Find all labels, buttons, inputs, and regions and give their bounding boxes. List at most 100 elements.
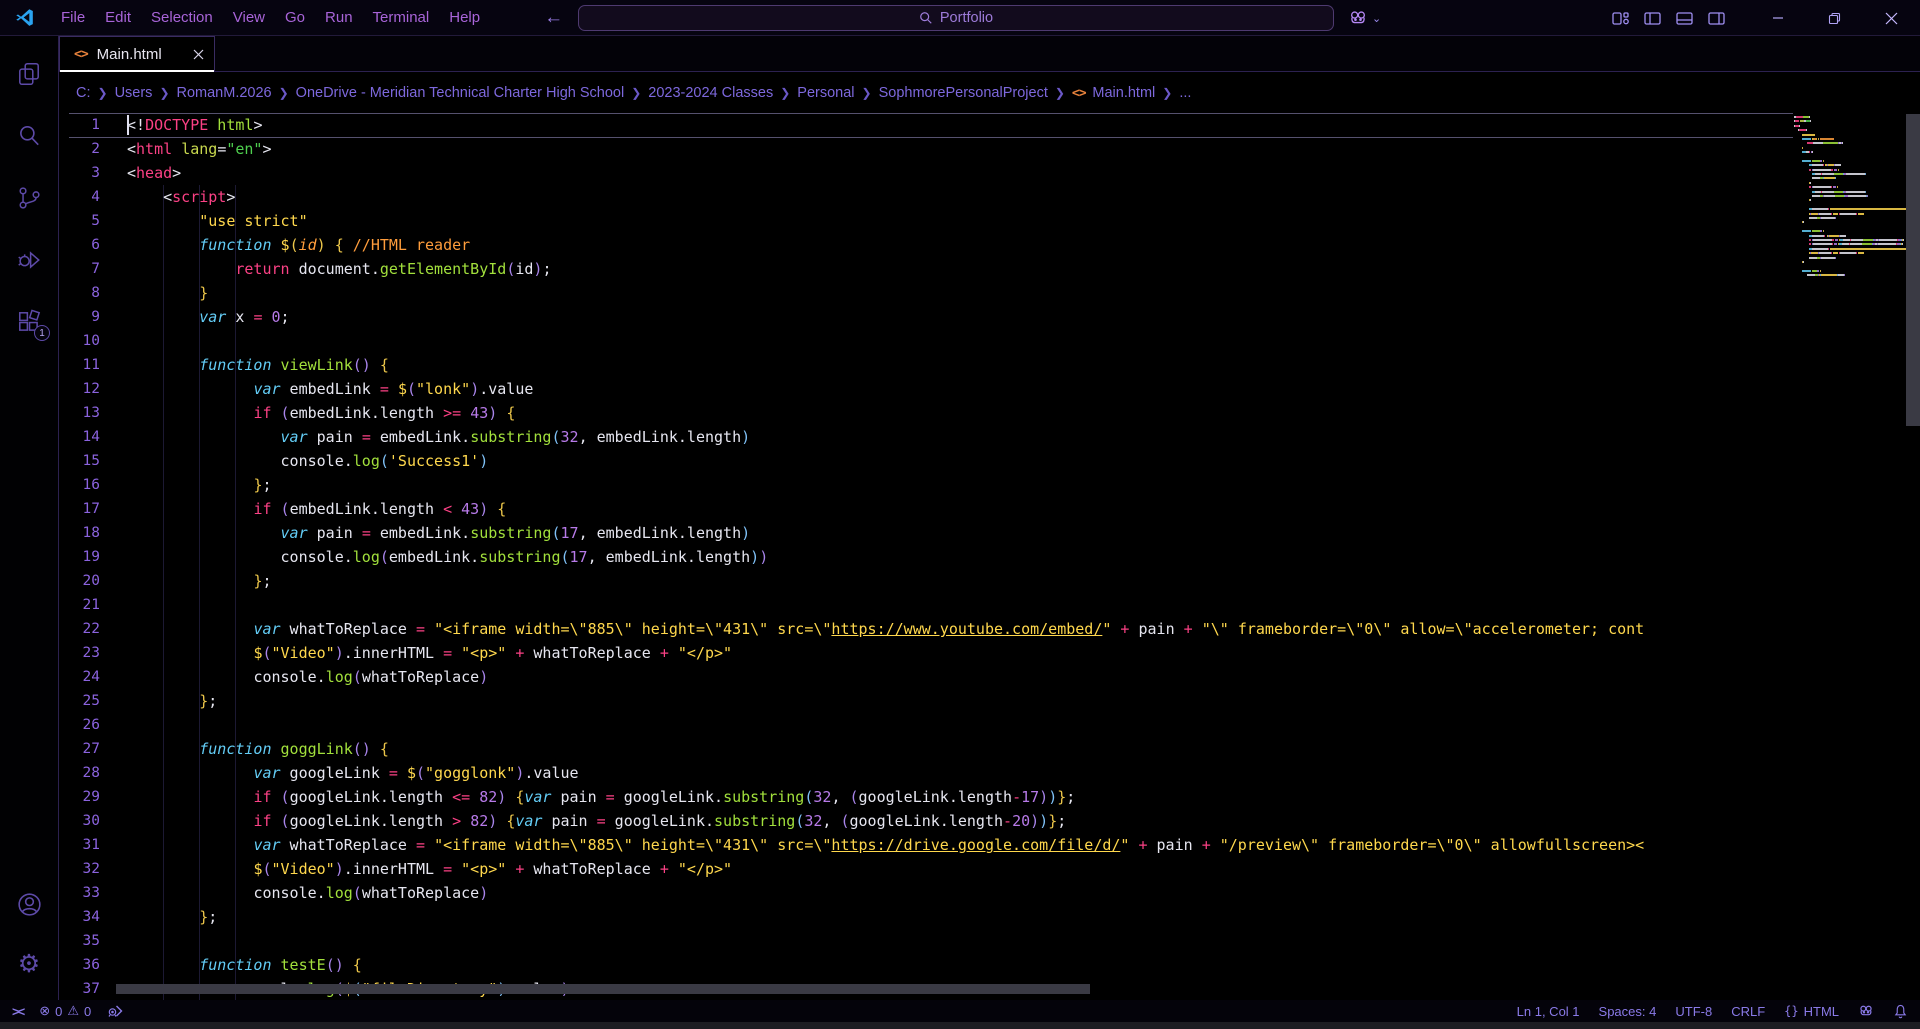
code-line[interactable]: 31 var whatToReplace = "<iframe width=\"… — [59, 833, 1793, 857]
line-number[interactable]: 8 — [59, 281, 100, 305]
line-number[interactable]: 21 — [59, 593, 100, 617]
minimize-button[interactable] — [1749, 0, 1806, 36]
code-line[interactable]: 3<head> — [59, 161, 1793, 185]
code-line[interactable]: 24 console.log(whatToReplace) — [59, 665, 1793, 689]
line-number[interactable]: 37 — [59, 977, 100, 1000]
menu-help[interactable]: Help — [439, 0, 490, 35]
toggle-secondary-sidebar-icon[interactable] — [1708, 10, 1725, 27]
line-number[interactable]: 20 — [59, 569, 100, 593]
code-line[interactable]: 29 if (googleLink.length <= 82) {var pai… — [59, 785, 1793, 809]
line-number[interactable]: 13 — [59, 401, 100, 425]
breadcrumb-item[interactable]: RomanM.2026 — [175, 85, 274, 101]
code-line[interactable]: 18 var pain = embedLink.substring(17, em… — [59, 521, 1793, 545]
code-line[interactable]: 19 console.log(embedLink.substring(17, e… — [59, 545, 1793, 569]
line-number[interactable]: 32 — [59, 857, 100, 881]
language-mode[interactable]: {} HTML — [1784, 1004, 1839, 1019]
code-line[interactable]: 32 $("Video").innerHTML = "<p>" + whatTo… — [59, 857, 1793, 881]
code-line[interactable]: 11 function viewLink() { — [59, 353, 1793, 377]
code-line[interactable]: 16 }; — [59, 473, 1793, 497]
menu-run[interactable]: Run — [315, 0, 363, 35]
line-number[interactable]: 3 — [59, 161, 100, 185]
code-line[interactable]: 8 } — [59, 281, 1793, 305]
code-line[interactable]: 34 }; — [59, 905, 1793, 929]
line-number[interactable]: 4 — [59, 185, 100, 209]
code-line[interactable]: 2<html lang="en"> — [59, 137, 1793, 161]
line-number[interactable]: 1 — [59, 113, 100, 137]
code-line[interactable]: 5 "use strict" — [59, 209, 1793, 233]
line-number[interactable]: 2 — [59, 137, 100, 161]
code-line[interactable]: 12 var embedLink = $("lonk").value — [59, 377, 1793, 401]
line-number[interactable]: 23 — [59, 641, 100, 665]
toggle-sidebar-icon[interactable] — [1644, 10, 1661, 27]
breadcrumb-item[interactable]: 2023-2024 Classes — [646, 85, 775, 101]
code-editor[interactable]: 1<!DOCTYPE html>2<html lang="en">3<head>… — [59, 113, 1920, 1000]
notifications-bell-icon[interactable] — [1893, 1004, 1908, 1019]
line-number[interactable]: 27 — [59, 737, 100, 761]
code-line[interactable]: 35 — [59, 929, 1793, 953]
code-line[interactable]: 33 console.log(whatToReplace) — [59, 881, 1793, 905]
breadcrumb-item[interactable]: C: — [74, 85, 93, 101]
line-number[interactable]: 29 — [59, 785, 100, 809]
breadcrumb-item[interactable]: OneDrive - Meridian Technical Charter Hi… — [294, 85, 627, 101]
breadcrumb-item[interactable]: <> Main.html — [1070, 85, 1157, 101]
run-debug-icon[interactable] — [15, 246, 43, 274]
line-number[interactable]: 25 — [59, 689, 100, 713]
eol-setting[interactable]: CRLF — [1731, 1004, 1765, 1019]
code-line[interactable]: 7 return document.getElementById(id); — [59, 257, 1793, 281]
vertical-scrollbar[interactable] — [1906, 114, 1920, 426]
minimap[interactable] — [1794, 116, 1906, 278]
copilot-menu[interactable]: ⌄ — [1348, 0, 1381, 36]
remote-indicator[interactable]: >< — [12, 1004, 23, 1019]
menu-edit[interactable]: Edit — [95, 0, 141, 35]
back-arrow-icon[interactable]: ← — [544, 7, 563, 29]
line-number[interactable]: 11 — [59, 353, 100, 377]
line-number[interactable]: 12 — [59, 377, 100, 401]
line-number[interactable]: 31 — [59, 833, 100, 857]
line-number[interactable]: 10 — [59, 329, 100, 353]
line-number[interactable]: 30 — [59, 809, 100, 833]
line-number[interactable]: 33 — [59, 881, 100, 905]
menu-file[interactable]: File — [51, 0, 95, 35]
code-line[interactable]: 17 if (embedLink.length < 43) { — [59, 497, 1793, 521]
line-number[interactable]: 15 — [59, 449, 100, 473]
menu-go[interactable]: Go — [275, 0, 315, 35]
accounts-icon[interactable] — [15, 890, 43, 918]
extensions-icon[interactable]: 1 — [15, 308, 43, 336]
code-line[interactable]: 36 function testE() { — [59, 953, 1793, 977]
horizontal-scrollbar[interactable] — [116, 984, 1090, 994]
source-control-icon[interactable] — [15, 184, 43, 212]
code-line[interactable]: 26 — [59, 713, 1793, 737]
command-center-search[interactable]: Portfolio — [578, 5, 1334, 31]
code-line[interactable]: 25 }; — [59, 689, 1793, 713]
line-number[interactable]: 35 — [59, 929, 100, 953]
breadcrumb-item[interactable]: Personal — [795, 85, 856, 101]
cursor-position[interactable]: Ln 1, Col 1 — [1517, 1004, 1580, 1019]
copilot-status-icon[interactable] — [1858, 1003, 1874, 1019]
line-number[interactable]: 19 — [59, 545, 100, 569]
code-line[interactable]: 15 console.log('Success1') — [59, 449, 1793, 473]
code-line[interactable]: 28 var googleLink = $("gogglonk").value — [59, 761, 1793, 785]
line-number[interactable]: 5 — [59, 209, 100, 233]
code-line[interactable]: 1<!DOCTYPE html> — [59, 113, 1793, 137]
line-number[interactable]: 34 — [59, 905, 100, 929]
customize-layout-icon[interactable] — [1612, 10, 1629, 27]
code-line[interactable]: 4 <script> — [59, 185, 1793, 209]
tab-close-icon[interactable] — [193, 49, 204, 60]
indentation-setting[interactable]: Spaces: 4 — [1599, 1004, 1657, 1019]
settings-gear-icon[interactable]: ⚙ — [15, 950, 43, 978]
line-number[interactable]: 16 — [59, 473, 100, 497]
code-line[interactable]: 23 $("Video").innerHTML = "<p>" + whatTo… — [59, 641, 1793, 665]
code-line[interactable]: 30 if (googleLink.length > 82) {var pain… — [59, 809, 1793, 833]
close-button[interactable] — [1863, 0, 1920, 36]
line-number[interactable]: 18 — [59, 521, 100, 545]
menu-selection[interactable]: Selection — [141, 0, 223, 35]
line-number[interactable]: 7 — [59, 257, 100, 281]
line-number[interactable]: 36 — [59, 953, 100, 977]
line-number[interactable]: 14 — [59, 425, 100, 449]
code-line[interactable]: 22 var whatToReplace = "<iframe width=\"… — [59, 617, 1793, 641]
code-line[interactable]: 21 — [59, 593, 1793, 617]
breadcrumb-item[interactable]: Users — [113, 85, 155, 101]
line-number[interactable]: 6 — [59, 233, 100, 257]
code-line[interactable]: 14 var pain = embedLink.substring(32, em… — [59, 425, 1793, 449]
breadcrumb-item[interactable]: SophmorePersonalProject — [877, 85, 1050, 101]
